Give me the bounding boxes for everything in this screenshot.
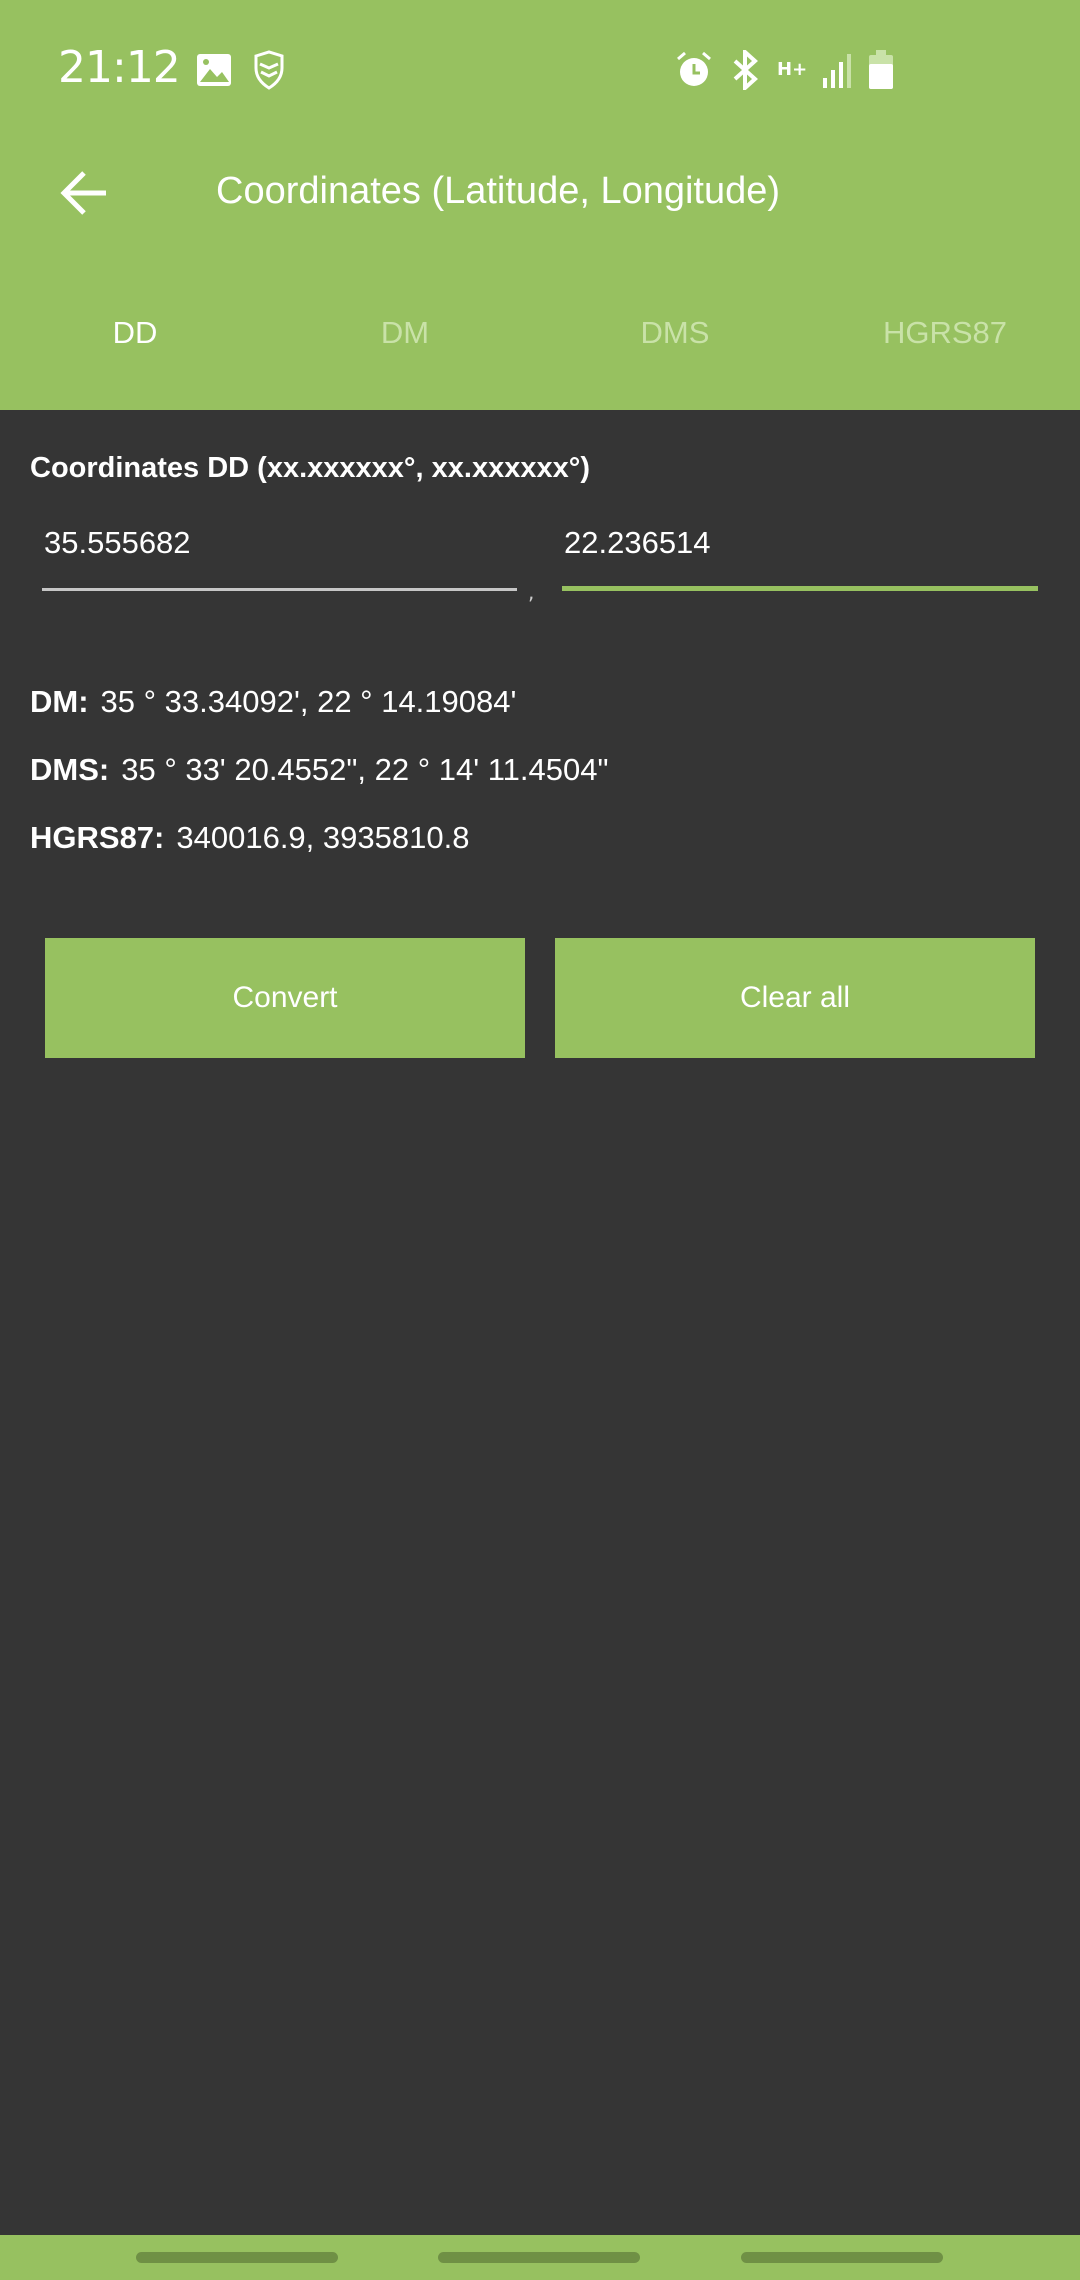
convert-button[interactable]: Convert [45, 938, 525, 1058]
status-left-icons [196, 50, 286, 90]
latitude-input[interactable]: 35.555682 [42, 525, 517, 591]
tab-dd[interactable]: DD [0, 315, 270, 351]
app-header: 21:12 H+ Coordinates (Latitude, Longitud… [0, 0, 1080, 410]
tab-dms[interactable]: DMS [540, 315, 810, 351]
network-hplus-icon: H+ [777, 59, 808, 80]
battery-icon [869, 50, 893, 89]
coordinates-format-label: Coordinates DD (xx.xxxxxx°, xx.xxxxxx°) [30, 452, 590, 484]
tab-dm[interactable]: DM [270, 315, 540, 351]
dm-result: DM: 35 ° 33.34092', 22 ° 14.19084' [30, 684, 516, 720]
nav-handle-left[interactable] [136, 2252, 338, 2263]
nav-handle-center[interactable] [438, 2252, 640, 2263]
bluetooth-icon [733, 50, 758, 90]
image-icon [197, 54, 231, 86]
tab-hgrs87[interactable]: HGRS87 [810, 315, 1080, 351]
nav-handle-right[interactable] [741, 2252, 943, 2263]
clear-all-button[interactable]: Clear all [555, 938, 1035, 1058]
dms-label: DMS: [30, 752, 110, 787]
dms-value: 35 ° 33' 20.4552", 22 ° 14' 11.4504" [121, 752, 609, 787]
dms-result: DMS: 35 ° 33' 20.4552", 22 ° 14' 11.4504" [30, 752, 609, 788]
alarm-icon [677, 51, 711, 86]
signal-icon [823, 54, 851, 88]
status-right-icons: H+ [675, 50, 893, 90]
dm-value: 35 ° 33.34092', 22 ° 14.19084' [100, 684, 517, 719]
tab-bar: DD DM DMS HGRS87 [0, 315, 1080, 351]
longitude-input[interactable]: 22.236514 [562, 525, 1038, 591]
shield-icon [254, 50, 284, 90]
hgrs87-result: HGRS87: 340016.9, 3935810.8 [30, 820, 469, 856]
hgrs87-label: HGRS87: [30, 820, 165, 855]
status-time: 21:12 [58, 42, 181, 93]
page-title: Coordinates (Latitude, Longitude) [216, 170, 781, 212]
dm-label: DM: [30, 684, 89, 719]
back-arrow-icon[interactable] [56, 165, 112, 221]
hgrs87-value: 340016.9, 3935810.8 [176, 820, 470, 855]
coordinate-separator: , [528, 580, 535, 604]
navigation-bar [0, 2235, 1080, 2280]
